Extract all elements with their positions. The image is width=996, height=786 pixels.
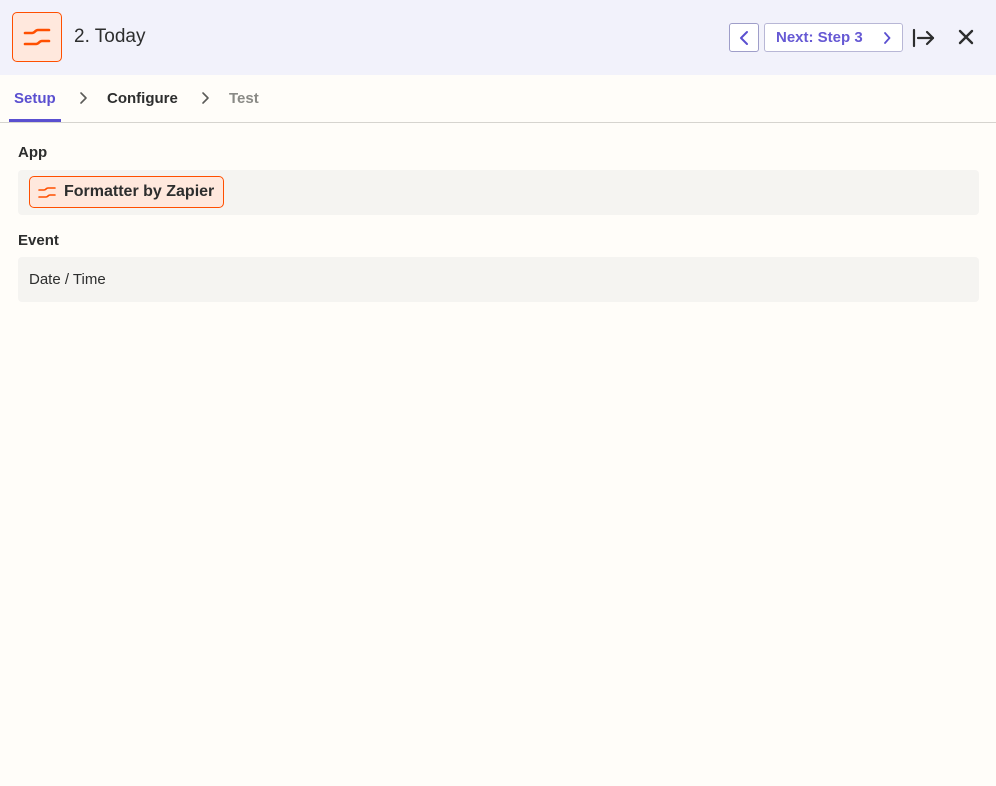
close-icon: [958, 29, 974, 45]
step-header: 2. Today Next: Step 3: [0, 0, 996, 75]
app-chip-label: Formatter by Zapier: [64, 183, 215, 200]
app-field[interactable]: Formatter by Zapier: [18, 170, 979, 215]
event-field[interactable]: Date / Time: [18, 257, 979, 302]
step-tabs: Setup Configure Test: [0, 75, 996, 123]
active-tab-indicator: [9, 119, 61, 122]
chevron-right-icon: [80, 92, 87, 104]
chevron-right-icon: [884, 32, 891, 44]
tab-test: Test: [229, 90, 259, 107]
formatter-icon: [38, 186, 56, 198]
tab-setup[interactable]: Setup: [14, 89, 56, 109]
app-chip[interactable]: Formatter by Zapier: [29, 176, 225, 208]
event-field-value: Date / Time: [29, 271, 106, 288]
next-step-label: Next: Step 3: [776, 29, 863, 46]
next-step-button[interactable]: Next: Step 3: [764, 23, 903, 52]
previous-step-button[interactable]: [729, 23, 759, 52]
chevron-left-icon: [740, 30, 748, 45]
collapse-panel-button[interactable]: [912, 26, 936, 50]
formatter-icon: [23, 28, 51, 46]
app-field-label: App: [18, 144, 48, 161]
step-title: 2. Today: [74, 26, 146, 47]
formatter-app-logo: [12, 12, 62, 62]
collapse-panel-icon: [912, 28, 935, 48]
close-button[interactable]: [955, 26, 977, 48]
chevron-right-icon: [202, 92, 209, 104]
tab-configure[interactable]: Configure: [107, 89, 178, 109]
event-field-label: Event: [18, 232, 59, 249]
